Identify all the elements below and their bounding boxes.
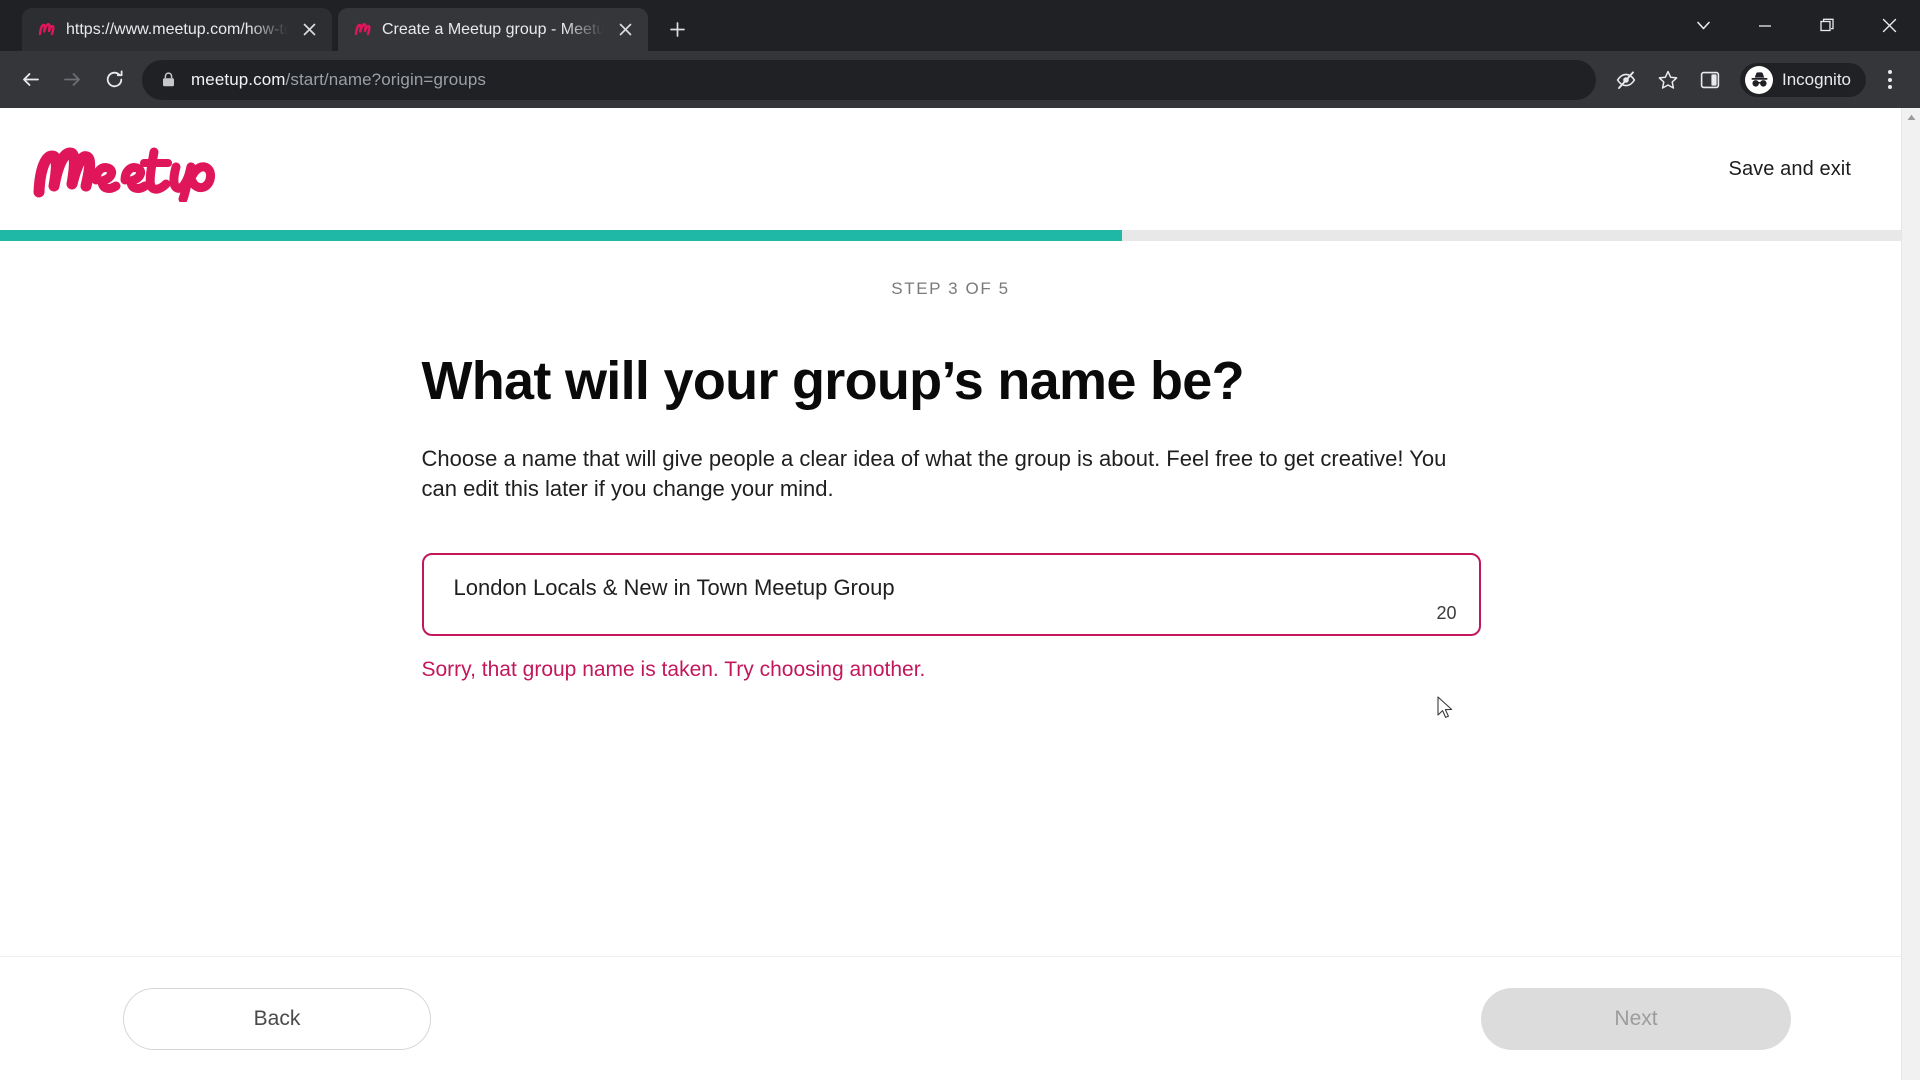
incognito-icon [1745,65,1773,94]
page-title: What will your group’s name be? [421,351,1245,411]
meetup-create-group-page: Save and exit STEP 3 OF 5 What will your… [0,108,1901,1080]
browser-window: https://www.meetup.com/how-to Create a M… [0,0,1920,1080]
meetup-favicon-icon [38,21,56,39]
page-description: Choose a name that will give people a cl… [421,446,1447,501]
site-header: Save and exit [0,108,1901,230]
tab-title: https://www.meetup.com/how-to [66,20,288,38]
group-name-field[interactable]: 20 [421,553,1481,637]
forward-arrow-icon[interactable] [52,60,92,100]
window-controls [1672,0,1920,51]
scroll-up-arrow-icon[interactable] [1902,108,1920,127]
save-and-exit-button[interactable]: Save and exit [1729,158,1852,181]
back-arrow-icon[interactable] [10,60,50,100]
browser-toolbar: meetup.com/start/name?origin=groups Inco… [0,51,1920,108]
tab-search-button[interactable] [1672,0,1734,51]
character-counter: 20 [1436,603,1457,624]
next-button: Next [1481,988,1791,1050]
scrollbar-thumb[interactable] [1904,127,1919,427]
tab-strip: https://www.meetup.com/how-to Create a M… [0,0,1920,51]
tab-title: Create a Meetup group - Meetup [382,20,604,38]
meetup-logo[interactable] [30,139,226,202]
close-icon[interactable] [298,19,320,41]
lock-icon [160,71,177,88]
step-indicator: STEP 3 OF 5 [891,279,1010,298]
star-icon[interactable] [1648,60,1688,100]
browser-tab-active[interactable]: Create a Meetup group - Meetup [338,8,648,51]
group-name-input[interactable] [453,555,1354,635]
url-text: meetup.com/start/name?origin=groups [191,70,486,90]
close-icon[interactable] [614,19,636,41]
new-tab-button[interactable] [660,12,694,46]
three-dot-menu-icon[interactable] [1868,58,1912,102]
address-bar[interactable]: meetup.com/start/name?origin=groups [142,59,1596,100]
page-content: STEP 3 OF 5 What will your group’s name … [0,241,1901,682]
close-window-button[interactable] [1858,0,1920,51]
incognito-label: Incognito [1782,69,1851,89]
reload-icon[interactable] [94,60,134,100]
minimize-button[interactable] [1734,0,1796,51]
page-viewport: Save and exit STEP 3 OF 5 What will your… [0,108,1920,1080]
page-footer: Back Next [0,956,1901,1080]
toolbar-right-actions: Incognito [1606,58,1912,102]
url-path: /start/name?origin=groups [285,69,487,89]
back-button[interactable]: Back [123,988,431,1050]
url-host: meetup.com [191,69,286,89]
page-scrollbar[interactable] [1901,108,1920,1080]
eye-slash-icon[interactable] [1606,60,1646,100]
browser-tab-inactive[interactable]: https://www.meetup.com/how-to [22,8,332,51]
side-panel-icon[interactable] [1690,60,1730,100]
incognito-badge[interactable]: Incognito [1740,62,1866,97]
form-container: What will your group’s name be? Choose a… [421,351,1481,682]
meetup-favicon-icon [354,21,372,39]
error-message: Sorry, that group name is taken. Try cho… [421,658,926,682]
maximize-button[interactable] [1796,0,1858,51]
progress-bar-fill [0,230,1122,241]
progress-bar [0,230,1901,241]
